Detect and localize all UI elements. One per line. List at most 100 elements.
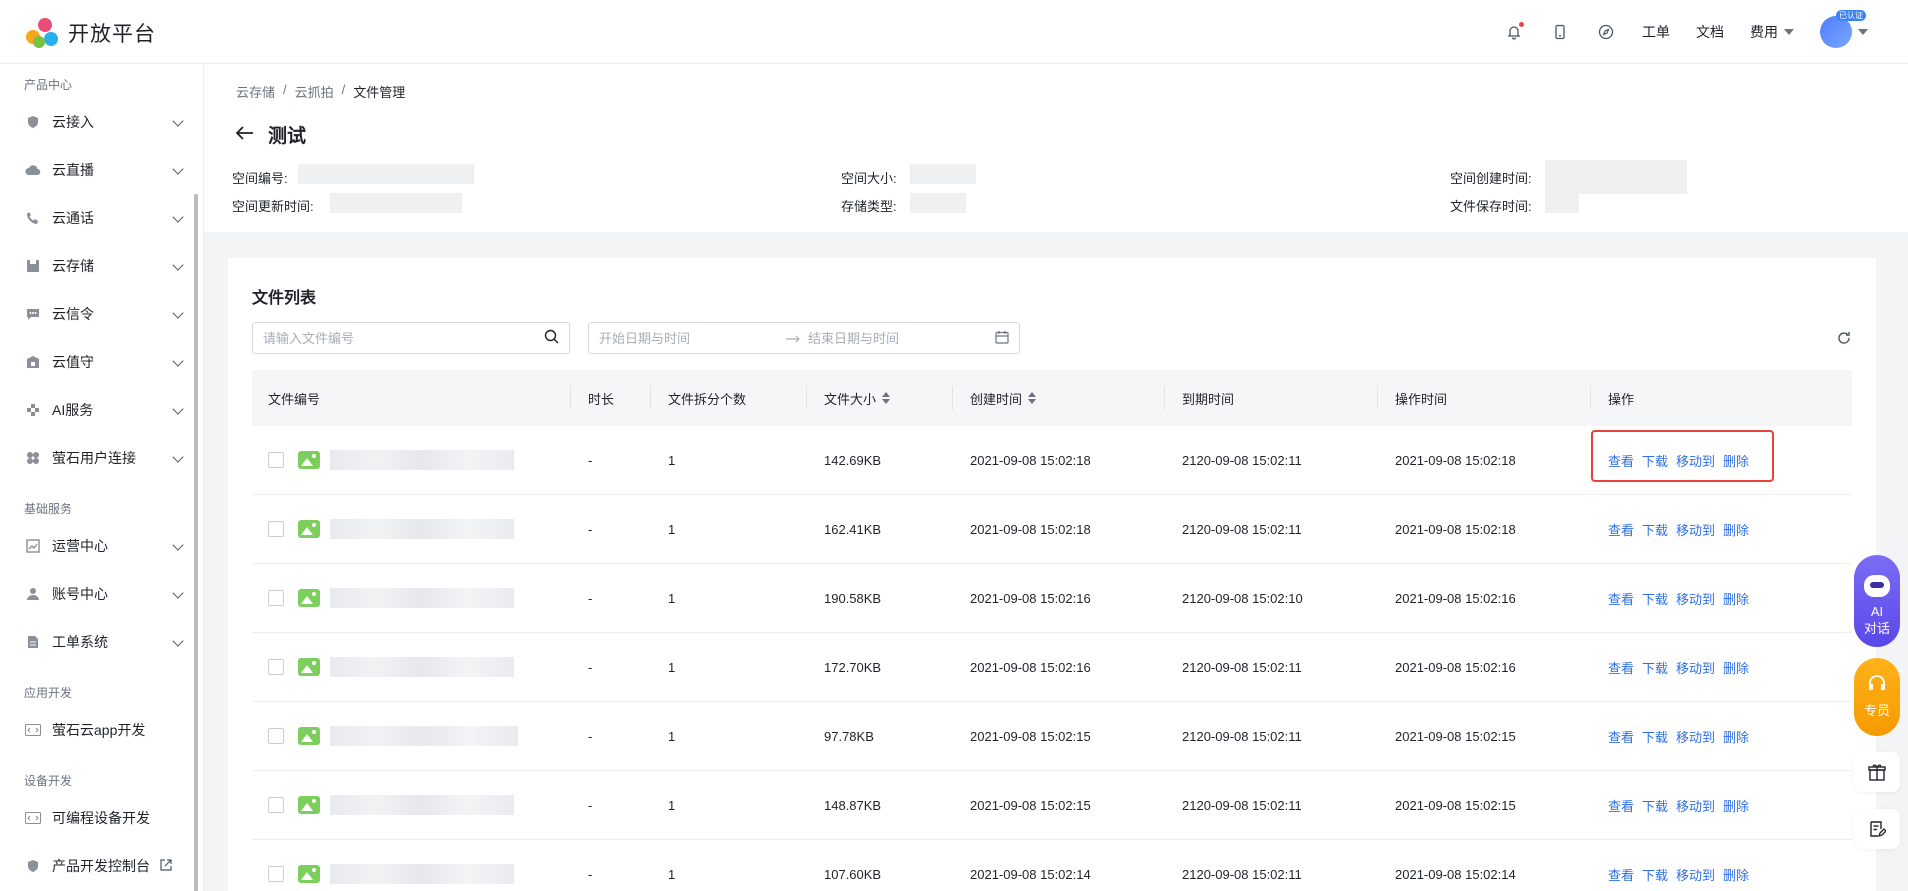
row-checkbox[interactable] bbox=[268, 495, 284, 563]
delete-button[interactable]: 删除 bbox=[1723, 658, 1749, 677]
sidebar-item-app-dev[interactable]: 萤石云app开发 bbox=[0, 710, 196, 750]
sidebar-item-access[interactable]: 云接入 bbox=[0, 102, 196, 142]
sidebar-item-user-connect[interactable]: 萤石用户连接 bbox=[0, 438, 196, 478]
sidebar-item-label: 账号中心 bbox=[52, 586, 108, 602]
header-created-label: 创建时间 bbox=[970, 391, 1023, 407]
move-to-button[interactable]: 移动到 bbox=[1676, 727, 1715, 746]
move-to-button[interactable]: 移动到 bbox=[1676, 520, 1715, 539]
logo[interactable]: 开放平台 bbox=[24, 16, 156, 50]
duration-cell: - bbox=[588, 521, 593, 537]
delete-button[interactable]: 删除 bbox=[1723, 589, 1749, 608]
calendar-icon[interactable] bbox=[995, 330, 1009, 347]
download-button[interactable]: 下载 bbox=[1642, 796, 1668, 815]
download-button[interactable]: 下载 bbox=[1642, 727, 1668, 746]
download-button[interactable]: 下载 bbox=[1642, 865, 1668, 884]
space-created-label: 空间创建时间: bbox=[1450, 171, 1532, 186]
file-id-redacted bbox=[330, 426, 514, 494]
row-checkbox[interactable] bbox=[268, 633, 284, 701]
move-to-button[interactable]: 移动到 bbox=[1676, 796, 1715, 815]
breadcrumb-item[interactable]: 云存储 bbox=[236, 82, 275, 101]
sort-icon[interactable] bbox=[882, 392, 891, 404]
end-date-input[interactable] bbox=[808, 330, 987, 346]
view-button[interactable]: 查看 bbox=[1608, 589, 1634, 608]
search-icon[interactable] bbox=[544, 329, 559, 347]
space-created-value bbox=[1545, 160, 1687, 194]
move-to-button[interactable]: 移动到 bbox=[1676, 865, 1715, 884]
view-button[interactable]: 查看 bbox=[1608, 658, 1634, 677]
download-button[interactable]: 下载 bbox=[1642, 520, 1668, 539]
delete-button[interactable]: 删除 bbox=[1723, 727, 1749, 746]
view-button[interactable]: 查看 bbox=[1608, 865, 1634, 884]
start-date-input[interactable] bbox=[599, 330, 778, 346]
move-to-button[interactable]: 移动到 bbox=[1676, 658, 1715, 677]
storage-type-label: 存储类型: bbox=[841, 199, 897, 214]
mobile-icon[interactable] bbox=[1550, 22, 1570, 42]
docs-link[interactable]: 文档 bbox=[1696, 22, 1724, 42]
row-checkbox[interactable] bbox=[268, 771, 284, 839]
sidebar-item-operations[interactable]: 运营中心 bbox=[0, 526, 196, 566]
sidebar-item-signaling[interactable]: 云信令 bbox=[0, 294, 196, 334]
shield-icon bbox=[24, 113, 42, 131]
actions-cell: 查看 下载 移动到 删除 bbox=[1608, 840, 1757, 891]
arrow-right-icon bbox=[786, 330, 800, 346]
sidebar-item-ticket-system[interactable]: 工单系统 bbox=[0, 622, 196, 662]
delete-button[interactable]: 删除 bbox=[1723, 520, 1749, 539]
row-checkbox[interactable] bbox=[268, 840, 284, 891]
row-checkbox[interactable] bbox=[268, 702, 284, 770]
view-button[interactable]: 查看 bbox=[1608, 727, 1634, 746]
row-checkbox[interactable] bbox=[268, 564, 284, 632]
sidebar-item-label: 云存储 bbox=[52, 258, 94, 274]
sidebar-item-call[interactable]: 云通话 bbox=[0, 198, 196, 238]
search-field[interactable] bbox=[252, 322, 570, 354]
ai-chat-button[interactable]: AI 对话 bbox=[1854, 555, 1900, 647]
sidebar-item-ai[interactable]: AI服务 bbox=[0, 390, 196, 430]
header-size[interactable]: 文件大小 bbox=[824, 370, 891, 426]
sort-icon[interactable] bbox=[1028, 392, 1037, 404]
user-menu[interactable]: 已认证 bbox=[1820, 10, 1868, 48]
download-button[interactable]: 下载 bbox=[1642, 658, 1668, 677]
created-cell: 2021-09-08 15:02:15 bbox=[970, 797, 1091, 813]
table-row: - 1 172.70KB 2021-09-08 15:02:16 2120-09… bbox=[252, 633, 1852, 702]
breadcrumb-item[interactable]: 云抓拍 bbox=[295, 82, 334, 101]
chevron-down-icon bbox=[172, 587, 184, 599]
duration-cell: - bbox=[588, 590, 593, 606]
created-cell: 2021-09-08 15:02:18 bbox=[970, 452, 1091, 468]
split-count-cell: 1 bbox=[668, 866, 676, 882]
fees-menu[interactable]: 费用 bbox=[1750, 22, 1794, 42]
sidebar-item-account[interactable]: 账号中心 bbox=[0, 574, 196, 614]
chevron-down-icon bbox=[1784, 29, 1794, 35]
delete-button[interactable]: 删除 bbox=[1723, 796, 1749, 815]
split-count-cell: 1 bbox=[668, 797, 676, 813]
search-input[interactable] bbox=[263, 330, 544, 346]
back-arrow-icon[interactable] bbox=[235, 126, 254, 143]
table-row: - 1 148.87KB 2021-09-08 15:02:15 2120-09… bbox=[252, 771, 1852, 840]
image-file-icon bbox=[298, 771, 320, 839]
refresh-icon[interactable] bbox=[1836, 330, 1852, 346]
chevron-down-icon bbox=[172, 163, 184, 175]
space-id-label: 空间编号: bbox=[232, 171, 288, 186]
chevron-down-icon bbox=[172, 355, 184, 367]
date-range-picker[interactable] bbox=[588, 322, 1020, 354]
feedback-icon[interactable] bbox=[1854, 809, 1900, 849]
ticket-link[interactable]: 工单 bbox=[1642, 22, 1670, 42]
created-cell: 2021-09-08 15:02:18 bbox=[970, 521, 1091, 537]
sidebar-item-programmable-device[interactable]: 可编程设备开发 bbox=[0, 798, 196, 838]
row-checkbox[interactable] bbox=[268, 426, 284, 494]
download-button[interactable]: 下载 bbox=[1642, 589, 1668, 608]
delete-button[interactable]: 删除 bbox=[1723, 865, 1749, 884]
sidebar-item-storage[interactable]: 云存储 bbox=[0, 246, 196, 286]
sidebar-item-dev-console[interactable]: 产品开发控制台 bbox=[0, 846, 196, 886]
compass-icon[interactable] bbox=[1596, 22, 1616, 42]
message-icon bbox=[24, 305, 42, 323]
view-button[interactable]: 查看 bbox=[1608, 520, 1634, 539]
sidebar-item-guard[interactable]: 云值守 bbox=[0, 342, 196, 382]
verified-badge: 已认证 bbox=[1836, 10, 1866, 21]
header-created[interactable]: 创建时间 bbox=[970, 370, 1037, 426]
service-agent-button[interactable]: 专员 bbox=[1854, 658, 1900, 736]
sidebar-item-live[interactable]: 云直播 bbox=[0, 150, 196, 190]
gift-icon[interactable] bbox=[1854, 752, 1900, 792]
space-size-label: 空间大小: bbox=[841, 171, 897, 186]
view-button[interactable]: 查看 bbox=[1608, 796, 1634, 815]
bell-icon[interactable] bbox=[1504, 22, 1524, 42]
move-to-button[interactable]: 移动到 bbox=[1676, 589, 1715, 608]
